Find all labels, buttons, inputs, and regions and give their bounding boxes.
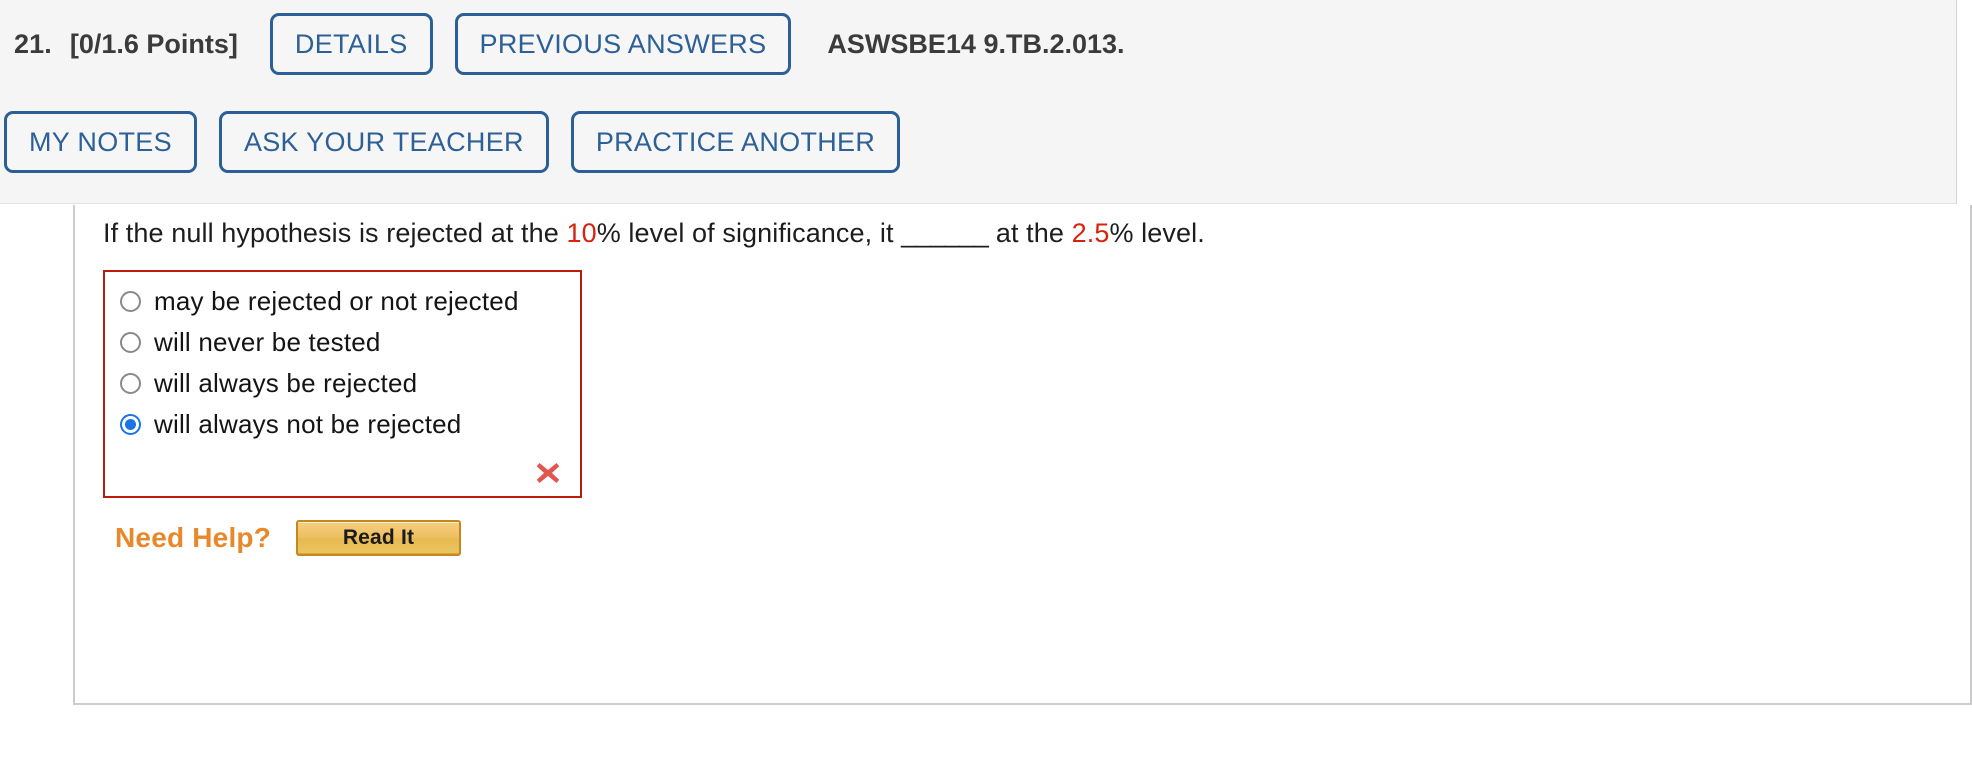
read-it-label: Read It	[342, 526, 415, 549]
question-number: 21.	[14, 28, 52, 59]
radio-option-2[interactable]	[120, 332, 141, 353]
problem-code: ASWSBE14 9.TB.2.013.	[827, 28, 1125, 59]
radio-option-4[interactable]	[120, 414, 141, 435]
option-label: will never be tested	[154, 327, 381, 357]
comparison-level-value: 2.5	[1071, 218, 1110, 248]
option-label: may be rejected or not rejected	[154, 286, 519, 316]
prompt-segment-1: If the null hypothesis is rejected at th…	[103, 218, 567, 248]
list-item[interactable]: will always not be rejected	[105, 404, 580, 445]
my-notes-button[interactable]: MY NOTES	[4, 111, 197, 173]
radio-option-3[interactable]	[120, 373, 141, 394]
option-label: will always be rejected	[154, 368, 418, 398]
prompt-segment-3: at the	[988, 218, 1072, 248]
practice-another-button[interactable]: PRACTICE ANOTHER	[570, 111, 901, 173]
prompt-blank: ______	[901, 218, 989, 248]
list-item[interactable]: may be rejected or not rejected	[105, 281, 580, 322]
need-help-label: Need Help?	[115, 522, 272, 553]
ask-your-teacher-button[interactable]: ASK YOUR TEACHER	[218, 111, 549, 173]
list-item[interactable]: will always be rejected	[105, 363, 580, 404]
list-item[interactable]: will never be tested	[105, 322, 580, 363]
question-header-row-secondary: MY NOTES ASK YOUR TEACHER PRACTICE ANOTH…	[4, 111, 901, 173]
read-it-button[interactable]: Read It	[296, 520, 462, 556]
prompt-segment-2: % level of significance, it	[596, 218, 902, 248]
radio-option-1[interactable]	[120, 291, 141, 312]
question-body-panel: If the null hypothesis is rejected at th…	[73, 205, 1972, 705]
details-button[interactable]: DETAILS	[269, 13, 433, 75]
previous-answers-button[interactable]: PREVIOUS ANSWERS	[454, 13, 792, 75]
question-prompt: If the null hypothesis is rejected at th…	[103, 218, 1205, 249]
prompt-segment-4: % level.	[1109, 218, 1205, 248]
answer-options-group: may be rejected or not rejected will nev…	[103, 270, 582, 498]
points-earned: [0/1.6 Points]	[69, 28, 238, 59]
question-header: 21. [0/1.6 Points] DETAILS PREVIOUS ANSW…	[0, 0, 1957, 204]
option-label: will always not be rejected	[154, 409, 462, 439]
x-mark-incorrect-icon	[536, 463, 560, 483]
significance-level-value: 10	[566, 218, 597, 248]
need-help-section: Need Help? Read It	[115, 520, 462, 556]
exercise-page: 21. [0/1.6 Points] DETAILS PREVIOUS ANSW…	[0, 0, 1972, 762]
question-header-row-primary: 21. [0/1.6 Points] DETAILS PREVIOUS ANSW…	[14, 13, 1125, 75]
